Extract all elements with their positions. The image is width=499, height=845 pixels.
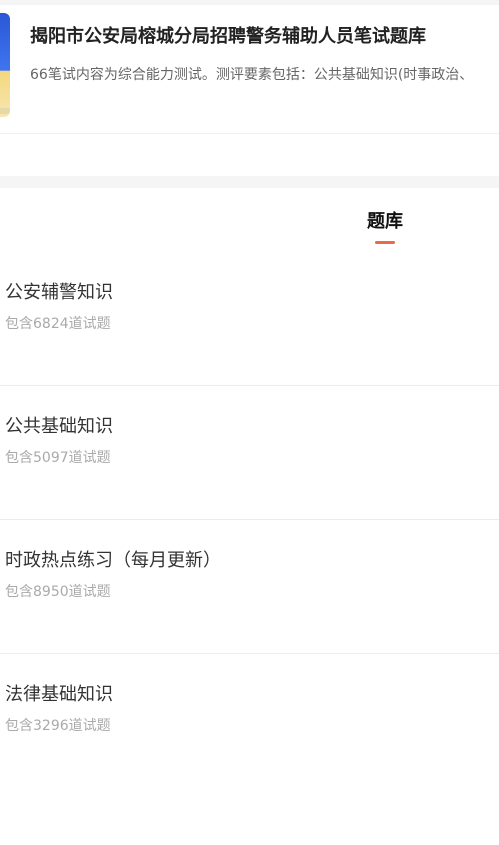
- header-divider: [0, 133, 499, 134]
- bank-name: 公安辅警知识: [5, 282, 113, 303]
- bank-name: 时政热点练习（每月更新）: [5, 550, 221, 571]
- tab-question-bank[interactable]: 题库: [340, 207, 430, 247]
- section-gap: [0, 176, 499, 188]
- tab-label: 题库: [367, 211, 403, 232]
- course-title: 揭阳市公安局榕城分局招聘警务辅助人员笔试题库: [30, 26, 426, 47]
- book-cover-image: [0, 13, 10, 117]
- bank-question-count: 包含8950道试题: [5, 584, 111, 600]
- course-description: 66笔试内容为综合能力测试。测评要素包括：公共基础知识(时事政治、: [30, 67, 474, 83]
- bank-question-count: 包含3296道试题: [5, 718, 111, 734]
- list-item[interactable]: 法律基础知识 包含3296道试题: [0, 654, 499, 787]
- list-item[interactable]: 公安辅警知识 包含6824道试题: [0, 252, 499, 386]
- bank-name: 公共基础知识: [5, 416, 113, 437]
- list-item[interactable]: 公共基础知识 包含5097道试题: [0, 386, 499, 520]
- bank-question-count: 包含5097道试题: [5, 450, 111, 466]
- active-tab-indicator: [375, 241, 395, 244]
- bank-question-count: 包含6824道试题: [5, 316, 111, 332]
- question-bank-list: 公安辅警知识 包含6824道试题 公共基础知识 包含5097道试题 时政热点练习…: [0, 252, 499, 787]
- book-cover-edge: [0, 108, 10, 114]
- bank-name: 法律基础知识: [5, 684, 113, 705]
- list-item[interactable]: 时政热点练习（每月更新） 包含8950道试题: [0, 520, 499, 654]
- course-header: 揭阳市公安局榕城分局招聘警务辅助人员笔试题库 66笔试内容为综合能力测试。测评要…: [0, 5, 499, 135]
